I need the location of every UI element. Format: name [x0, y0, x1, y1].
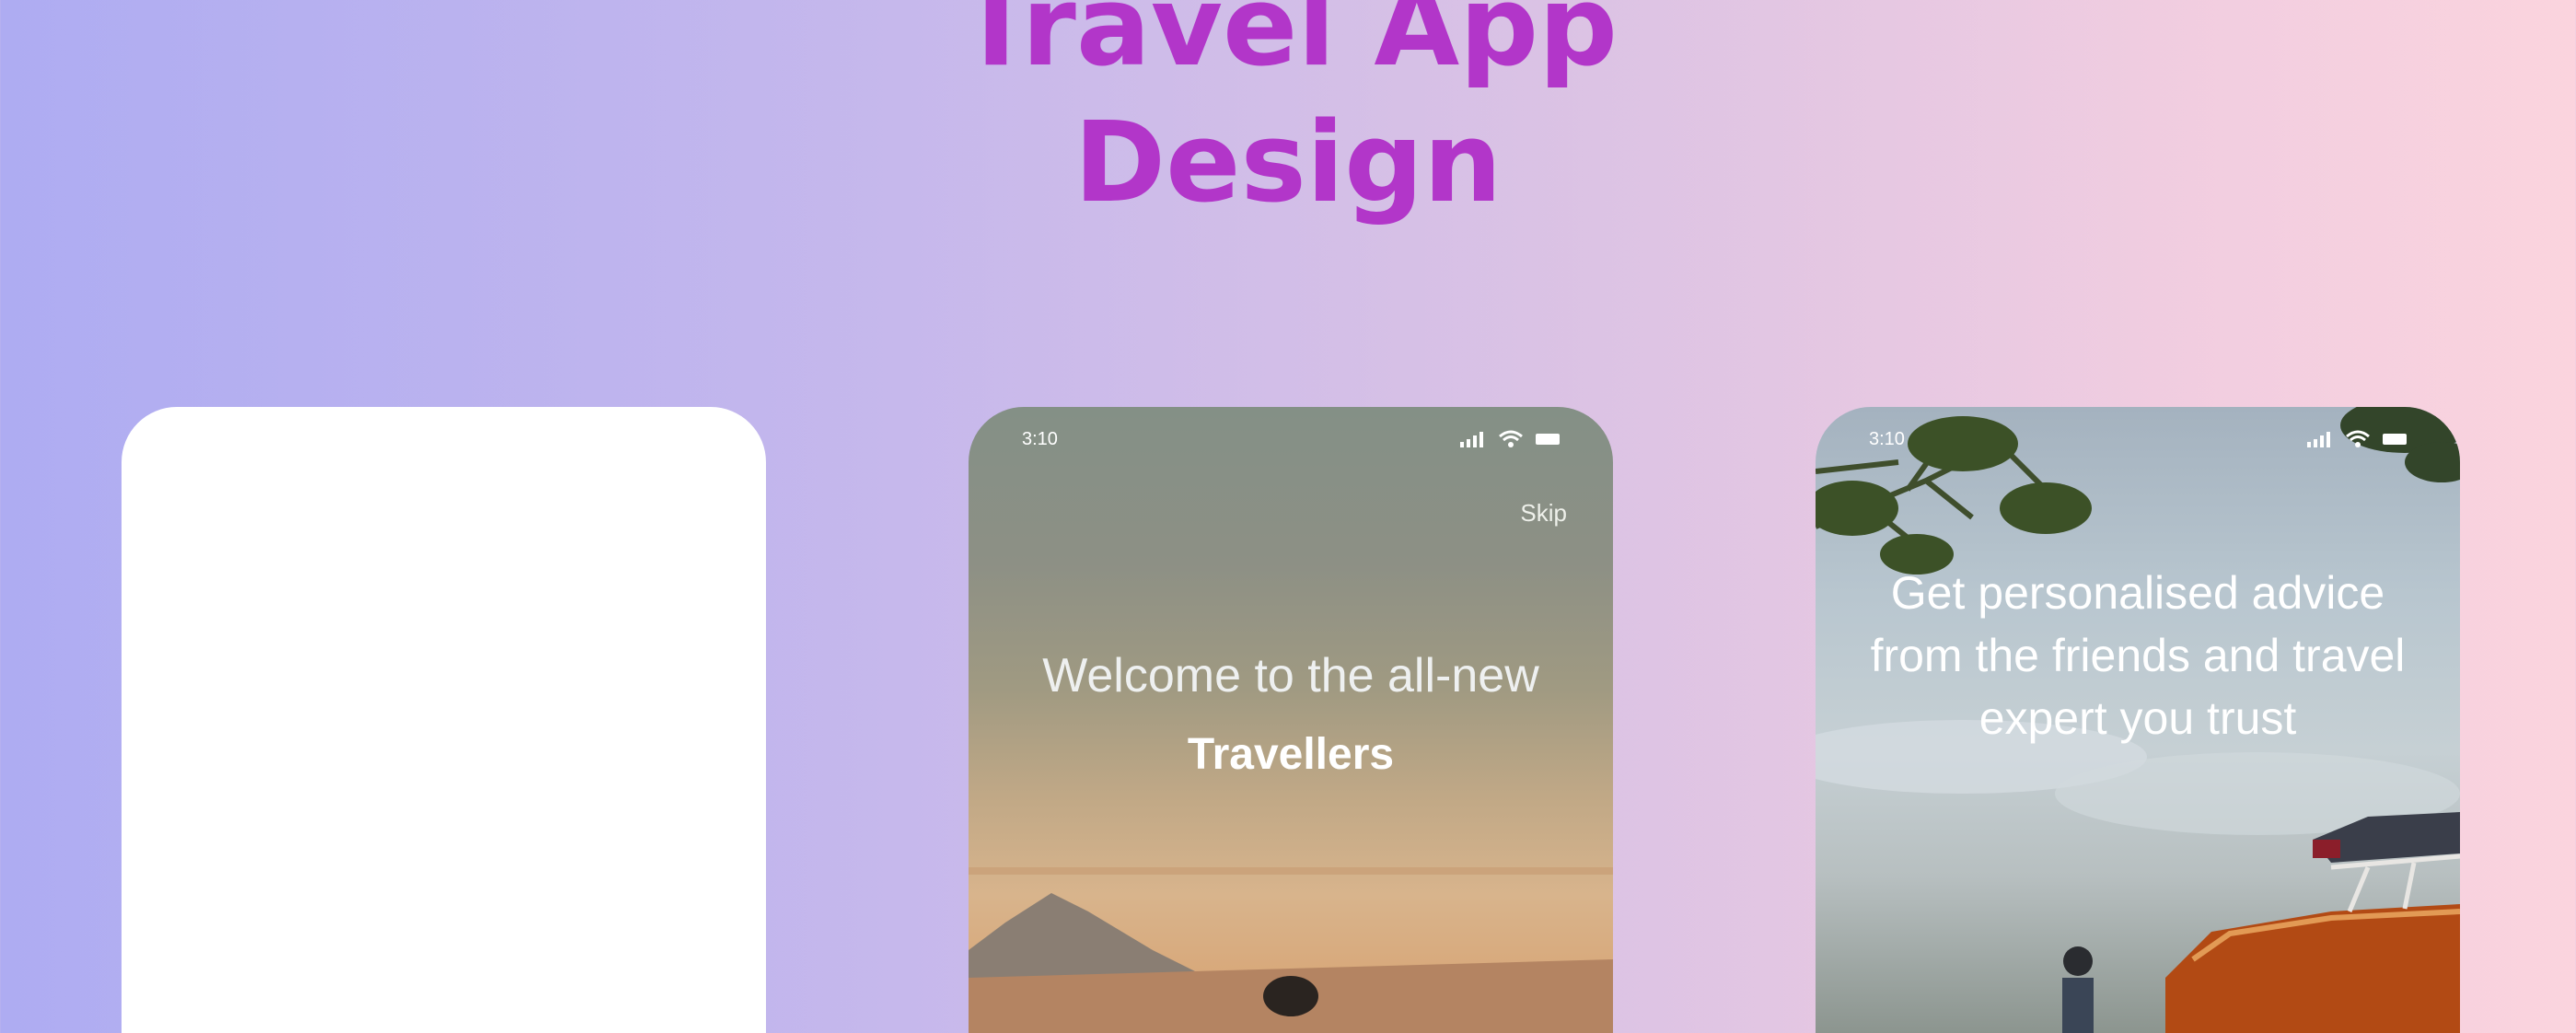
status-bar: 3:10: [1022, 425, 1561, 453]
sunset-landscape-image: [969, 867, 1613, 1033]
page-title-line-2: Design: [1073, 99, 1503, 227]
advice-headline: Get personalised advice from the friends…: [1834, 562, 2442, 749]
advice-line-3: expert you trust: [1978, 692, 2297, 744]
skip-button[interactable]: Skip: [1520, 499, 1567, 528]
wifi-icon: [1499, 430, 1523, 447]
signal-icon: [2307, 432, 2330, 447]
battery-icon: [1536, 434, 1560, 445]
phone-screen-advice: 3:10 Get personalised advice from the fr…: [1816, 407, 2460, 1033]
status-time: 3:10: [1022, 428, 1058, 449]
wifi-icon: [2346, 430, 2370, 447]
battery-icon: [2383, 434, 2407, 445]
advice-line-2: from the friends and travel: [1870, 630, 2406, 681]
signal-icon: [1460, 432, 1483, 447]
status-bar: 3:10: [1869, 425, 2408, 453]
page-title-line-1: Travel App: [957, 0, 1618, 91]
brand-name: Travellers: [1187, 730, 1395, 779]
welcome-text: Welcome to the all-new: [1042, 649, 1539, 702]
phone-screen-welcome: 3:10 Skip Welcome to the all-new Travell…: [969, 407, 1613, 1033]
status-time: 3:10: [1869, 428, 1905, 449]
advice-line-1: Get personalised advice: [1890, 567, 2385, 619]
phone-screen-blank: [122, 407, 766, 1033]
